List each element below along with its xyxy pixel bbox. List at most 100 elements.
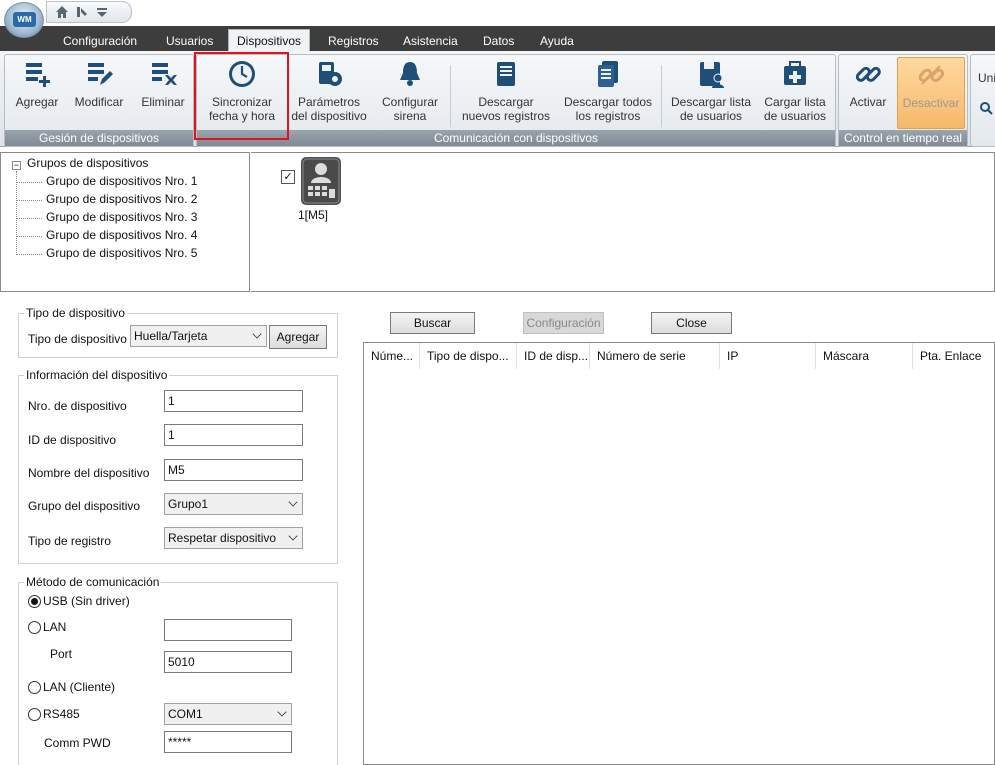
menu-registros[interactable]: Registros: [320, 31, 387, 51]
record-type-select[interactable]: Respetar dispositivo: [164, 527, 303, 549]
usb-label[interactable]: USB (Sin driver): [43, 594, 130, 608]
tree-item-group-5[interactable]: Grupo de dispositivos Nro. 5: [46, 246, 197, 260]
usb-radio[interactable]: [28, 595, 41, 608]
device-group-tree: − Grupos de dispositivos Grupo de dispos…: [0, 152, 250, 292]
group-gestion: Agregar Modificar Eliminar Gesión de dis…: [4, 54, 194, 147]
descargar-todos-label-2: los registros: [575, 109, 641, 123]
modificar-button[interactable]: Modificar: [69, 59, 129, 131]
delete-device-icon: [148, 59, 178, 89]
col-numero[interactable]: Núme...: [364, 343, 420, 369]
comm-pwd-field[interactable]: *****: [164, 731, 292, 753]
descargar-nuevos-button[interactable]: Descargar nuevos registros: [459, 59, 553, 131]
tree-collapse-toggle[interactable]: −: [12, 161, 21, 170]
col-serie[interactable]: Número de serie: [590, 343, 720, 369]
eliminar-label: Eliminar: [141, 95, 185, 109]
rs485-label[interactable]: RS485: [43, 707, 80, 721]
menu-configuracion[interactable]: Configuración: [55, 31, 145, 51]
menu-usuarios[interactable]: Usuarios: [158, 31, 221, 51]
device-name-label: Nombre del dispositivo: [28, 466, 150, 480]
tree-item-group-4[interactable]: Grupo de dispositivos Nro. 4: [46, 228, 197, 242]
lan-client-radio[interactable]: [28, 681, 41, 694]
close-button[interactable]: Close: [651, 312, 732, 334]
tree-item-group-1[interactable]: Grupo de dispositivos Nro. 1: [46, 174, 197, 188]
descargar-usuarios-label-1: Descargar lista: [670, 95, 752, 109]
sirena-label-2: sirena: [393, 109, 427, 123]
buscar-button[interactable]: Buscar: [390, 312, 475, 334]
device-id-field[interactable]: 1: [164, 424, 303, 446]
comm-method-legend: Método de comunicación: [26, 575, 160, 589]
group-comunicacion: Sincronizar fecha y hora Parámetros del …: [196, 54, 836, 147]
tree-item-group-3[interactable]: Grupo de dispositivos Nro. 3: [46, 210, 197, 224]
chevron-down-icon: [288, 497, 298, 507]
cargar-usuarios-label-1: Cargar lista: [764, 95, 826, 109]
descargar-todos-button[interactable]: Descargar todos los registros: [561, 59, 655, 131]
download-users-icon: [696, 59, 726, 89]
unlink-icon: [916, 60, 946, 90]
port-field[interactable]: 5010: [164, 651, 292, 673]
col-enlace[interactable]: Pta. Enlace: [913, 343, 995, 369]
app-logo[interactable]: WM: [4, 2, 44, 38]
zoom-icon[interactable]: [979, 101, 993, 118]
desactivar-label: Desactivar: [902, 96, 960, 110]
device-name-field[interactable]: M5: [164, 459, 303, 481]
descargar-nuevos-label-2: nuevos registros: [461, 109, 551, 123]
col-ip[interactable]: IP: [720, 343, 816, 369]
rs485-radio[interactable]: [28, 708, 41, 721]
device-number-field[interactable]: 1: [164, 390, 303, 412]
app-logo-text: WM: [13, 12, 36, 27]
menu-ayuda[interactable]: Ayuda: [532, 31, 582, 51]
col-tipo[interactable]: Tipo de dispo...: [420, 343, 517, 369]
device-checkbox[interactable]: ✓: [281, 170, 295, 184]
com-port-select[interactable]: COM1: [164, 703, 292, 725]
menu-bar: Configuración Usuarios Dispositivos Regi…: [0, 26, 995, 51]
device-type-label: Tipo de dispositivo: [28, 332, 127, 346]
lan-label[interactable]: LAN: [43, 620, 66, 634]
configurar-sirena-button[interactable]: Configurar sirena: [375, 59, 445, 131]
device-info-legend: Información del dispositivo: [26, 368, 168, 382]
device-settings-icon: [314, 59, 344, 89]
menu-asistencia[interactable]: Asistencia: [395, 31, 466, 51]
descargar-usuarios-button[interactable]: Descargar lista de usuarios: [669, 59, 753, 131]
eliminar-button[interactable]: Eliminar: [135, 59, 191, 131]
device-type-select[interactable]: Huella/Tarjeta: [130, 325, 267, 347]
tree-connector: [16, 236, 42, 237]
home-icon[interactable]: [55, 5, 69, 19]
device-group-select[interactable]: Grupo1: [164, 493, 303, 515]
tree-root-label[interactable]: Grupos de dispositivos: [27, 156, 148, 170]
tree-item-group-2[interactable]: Grupo de dispositivos Nro. 2: [46, 192, 197, 206]
record-type-value: Respetar dispositivo: [168, 531, 277, 545]
device-type-value: Huella/Tarjeta: [134, 329, 208, 343]
device-panel: [251, 152, 995, 292]
port-label: Port: [50, 647, 73, 661]
terminal-device-icon[interactable]: [301, 157, 341, 205]
menu-datos[interactable]: Datos: [475, 31, 522, 51]
sirena-label-1: Configurar: [381, 95, 439, 109]
edit-device-icon: [84, 59, 114, 89]
partial-label: Uni: [978, 71, 995, 85]
agregar-type-button[interactable]: Agregar: [269, 325, 327, 349]
configuracion-button[interactable]: Configuración: [523, 312, 604, 334]
col-mascara[interactable]: Máscara: [816, 343, 913, 369]
ribbon: Agregar Modificar Eliminar Gesión de dis…: [0, 51, 995, 147]
tools-icon[interactable]: [75, 5, 89, 19]
agregar-button[interactable]: Agregar: [11, 59, 63, 131]
record-type-label: Tipo de registro: [28, 534, 111, 548]
agregar-label: Agregar: [15, 95, 59, 109]
dropdown-icon[interactable]: [95, 5, 109, 19]
col-id[interactable]: ID de disp...: [517, 343, 590, 369]
device-label[interactable]: 1[M5]: [298, 208, 328, 222]
desactivar-button[interactable]: Desactivar: [897, 57, 965, 129]
comm-pwd-label: Comm PWD: [44, 736, 111, 750]
activar-button[interactable]: Activar: [841, 59, 895, 131]
lan-client-label[interactable]: LAN (Cliente): [43, 680, 115, 694]
group-control: Activar Desactivar Control en tiempo rea…: [838, 54, 968, 147]
parametros-label-2: del dispositivo: [291, 109, 367, 123]
lan-radio[interactable]: [28, 621, 41, 634]
descargar-usuarios-label-2: de usuarios: [679, 109, 743, 123]
cargar-usuarios-button[interactable]: Cargar lista de usuarios: [759, 59, 831, 131]
title-bar: WM: [0, 0, 995, 38]
parametros-button[interactable]: Parámetros del dispositivo: [289, 59, 369, 131]
menu-dispositivos[interactable]: Dispositivos: [228, 29, 311, 51]
cargar-usuarios-label-2: de usuarios: [763, 109, 827, 123]
lan-ip-field[interactable]: [164, 619, 292, 641]
